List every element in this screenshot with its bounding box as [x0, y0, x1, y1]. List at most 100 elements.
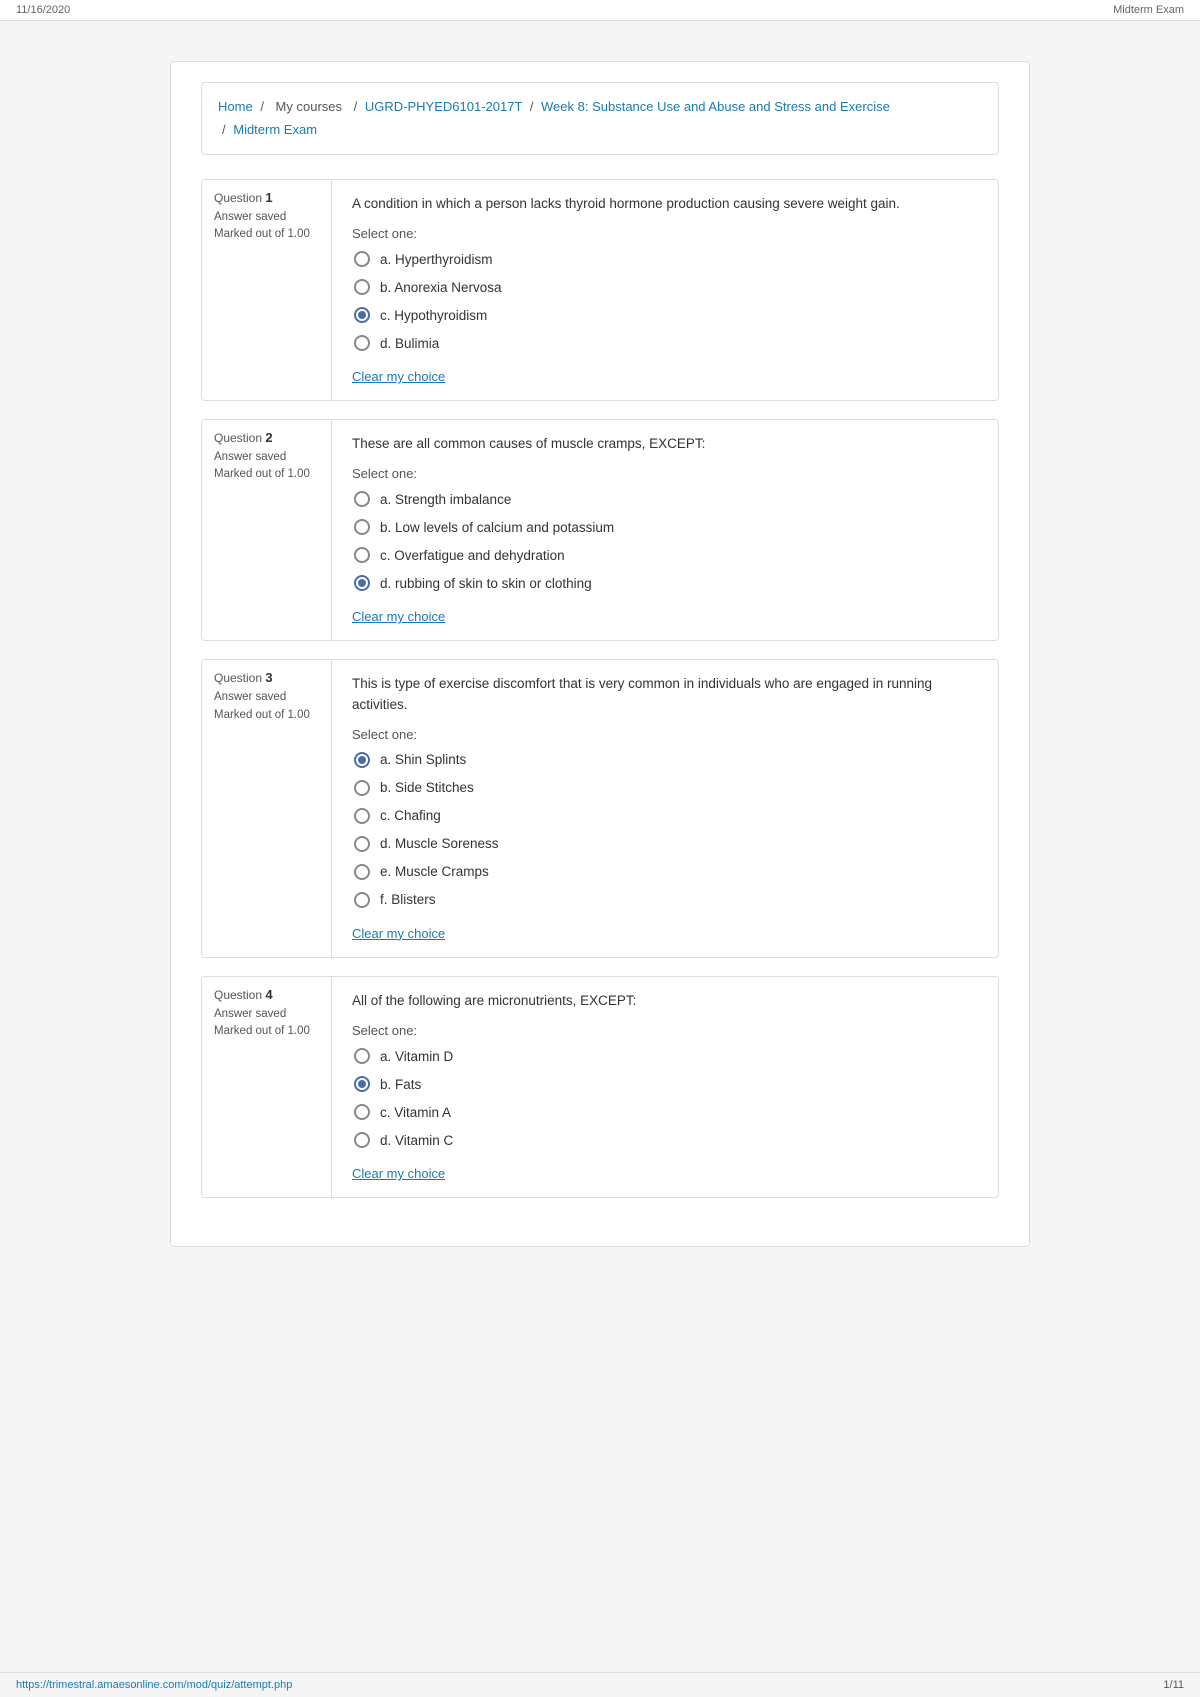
option-item-1-2[interactable]: c. Hypothyroidism — [352, 305, 978, 325]
question-block-2: Question 2 Answer savedMarked out of 1.0… — [201, 419, 999, 641]
breadcrumb-exam[interactable]: Midterm Exam — [233, 122, 317, 137]
select-one-label-1: Select one: — [352, 226, 978, 241]
question-sidebar-4: Question 4 Answer savedMarked out of 1.0… — [202, 977, 332, 1197]
options-list-1: a. Hyperthyroidism b. Anorexia Nervosa c. … — [352, 249, 978, 353]
clear-choice-button-3[interactable]: Clear my choice — [352, 926, 445, 941]
radio-outer-4-3 — [354, 1132, 370, 1148]
option-item-2-3[interactable]: d. rubbing of skin to skin or clothing — [352, 573, 978, 593]
option-label-4-1: b. Fats — [380, 1077, 421, 1092]
select-one-label-4: Select one: — [352, 1023, 978, 1038]
option-item-3-5[interactable]: f. Blisters — [352, 890, 978, 910]
option-item-4-3[interactable]: d. Vitamin C — [352, 1130, 978, 1150]
question-content-2: These are all common causes of muscle cr… — [332, 420, 998, 640]
clear-choice-button-4[interactable]: Clear my choice — [352, 1166, 445, 1181]
question-sidebar-1: Question 1 Answer savedMarked out of 1.0… — [202, 180, 332, 400]
option-label-3-1: b. Side Stitches — [380, 780, 474, 795]
bottom-url: https://trimestral.amaesonline.com/mod/q… — [16, 1679, 292, 1691]
option-label-3-0: a. Shin Splints — [380, 752, 466, 767]
question-status-3: Answer savedMarked out of 1.00 — [214, 689, 319, 724]
options-list-2: a. Strength imbalance b. Low levels of ca… — [352, 489, 978, 593]
radio-outer-3-1 — [354, 780, 370, 796]
option-item-3-3[interactable]: d. Muscle Soreness — [352, 834, 978, 854]
option-label-4-0: a. Vitamin D — [380, 1049, 453, 1064]
option-label-2-2: c. Overfatigue and dehydration — [380, 548, 565, 563]
question-block-3: Question 3 Answer savedMarked out of 1.0… — [201, 659, 999, 958]
option-label-3-2: c. Chafing — [380, 808, 441, 823]
radio-wrap-3-4 — [352, 862, 372, 882]
radio-inner-3-0 — [358, 756, 366, 764]
radio-wrap-4-0 — [352, 1046, 372, 1066]
option-item-3-2[interactable]: c. Chafing — [352, 806, 978, 826]
option-label-3-3: d. Muscle Soreness — [380, 836, 499, 851]
radio-outer-3-2 — [354, 808, 370, 824]
page-count: 1/11 — [1163, 1679, 1184, 1691]
radio-wrap-2-3 — [352, 573, 372, 593]
question-label-1: Question 1 — [214, 190, 319, 205]
breadcrumb-home[interactable]: Home — [218, 99, 253, 114]
radio-wrap-1-1 — [352, 277, 372, 297]
option-label-2-1: b. Low levels of calcium and potassium — [380, 520, 614, 535]
option-item-2-1[interactable]: b. Low levels of calcium and potassium — [352, 517, 978, 537]
radio-wrap-3-0 — [352, 750, 372, 770]
clear-choice-button-2[interactable]: Clear my choice — [352, 609, 445, 624]
radio-wrap-1-3 — [352, 333, 372, 353]
page-title-label: Midterm Exam — [1113, 4, 1184, 16]
option-item-3-4[interactable]: e. Muscle Cramps — [352, 862, 978, 882]
radio-outer-2-3 — [354, 575, 370, 591]
radio-outer-3-0 — [354, 752, 370, 768]
select-one-label-2: Select one: — [352, 466, 978, 481]
option-label-1-3: d. Bulimia — [380, 336, 439, 351]
radio-wrap-4-2 — [352, 1102, 372, 1122]
radio-outer-4-0 — [354, 1048, 370, 1064]
question-content-3: This is type of exercise discomfort that… — [332, 660, 998, 957]
option-item-4-0[interactable]: a. Vitamin D — [352, 1046, 978, 1066]
radio-wrap-4-1 — [352, 1074, 372, 1094]
radio-outer-2-2 — [354, 547, 370, 563]
radio-inner-2-3 — [358, 579, 366, 587]
option-item-4-1[interactable]: b. Fats — [352, 1074, 978, 1094]
radio-outer-2-1 — [354, 519, 370, 535]
option-label-1-2: c. Hypothyroidism — [380, 308, 487, 323]
option-item-2-0[interactable]: a. Strength imbalance — [352, 489, 978, 509]
question-label-2: Question 2 — [214, 430, 319, 445]
options-list-4: a. Vitamin D b. Fats c. Vitamin A d. Vitami… — [352, 1046, 978, 1150]
questions-container: Question 1 Answer savedMarked out of 1.0… — [201, 179, 999, 1198]
option-item-1-3[interactable]: d. Bulimia — [352, 333, 978, 353]
option-label-1-1: b. Anorexia Nervosa — [380, 280, 502, 295]
question-block-1: Question 1 Answer savedMarked out of 1.0… — [201, 179, 999, 401]
radio-wrap-3-3 — [352, 834, 372, 854]
question-status-1: Answer savedMarked out of 1.00 — [214, 209, 319, 244]
option-item-4-2[interactable]: c. Vitamin A — [352, 1102, 978, 1122]
radio-wrap-3-2 — [352, 806, 372, 826]
breadcrumb-course[interactable]: UGRD-PHYED6101-2017T — [365, 99, 522, 114]
question-content-1: A condition in which a person lacks thyr… — [332, 180, 998, 400]
breadcrumb-mycourses: My courses — [276, 99, 342, 114]
question-status-4: Answer savedMarked out of 1.00 — [214, 1006, 319, 1041]
top-bar: 11/16/2020 Midterm Exam — [0, 0, 1200, 21]
radio-outer-1-0 — [354, 251, 370, 267]
question-block-4: Question 4 Answer savedMarked out of 1.0… — [201, 976, 999, 1198]
date-label: 11/16/2020 — [16, 4, 70, 16]
question-content-4: All of the following are micronutrients,… — [332, 977, 998, 1197]
option-item-1-0[interactable]: a. Hyperthyroidism — [352, 249, 978, 269]
radio-outer-1-1 — [354, 279, 370, 295]
option-item-2-2[interactable]: c. Overfatigue and dehydration — [352, 545, 978, 565]
question-label-3: Question 3 — [214, 670, 319, 685]
option-label-4-3: d. Vitamin C — [380, 1133, 453, 1148]
main-wrapper: Home / My courses / UGRD-PHYED6101-2017T… — [170, 61, 1030, 1247]
radio-outer-3-5 — [354, 892, 370, 908]
clear-choice-button-1[interactable]: Clear my choice — [352, 369, 445, 384]
breadcrumb-week[interactable]: Week 8: Substance Use and Abuse and Stre… — [541, 99, 890, 114]
option-label-2-0: a. Strength imbalance — [380, 492, 511, 507]
radio-inner-1-2 — [358, 311, 366, 319]
option-label-4-2: c. Vitamin A — [380, 1105, 451, 1120]
radio-outer-3-3 — [354, 836, 370, 852]
radio-outer-3-4 — [354, 864, 370, 880]
option-item-3-0[interactable]: a. Shin Splints — [352, 750, 978, 770]
radio-wrap-3-1 — [352, 778, 372, 798]
option-item-3-1[interactable]: b. Side Stitches — [352, 778, 978, 798]
option-item-1-1[interactable]: b. Anorexia Nervosa — [352, 277, 978, 297]
options-list-3: a. Shin Splints b. Side Stitches c. Chafin… — [352, 750, 978, 910]
radio-outer-4-1 — [354, 1076, 370, 1092]
option-label-2-3: d. rubbing of skin to skin or clothing — [380, 576, 592, 591]
